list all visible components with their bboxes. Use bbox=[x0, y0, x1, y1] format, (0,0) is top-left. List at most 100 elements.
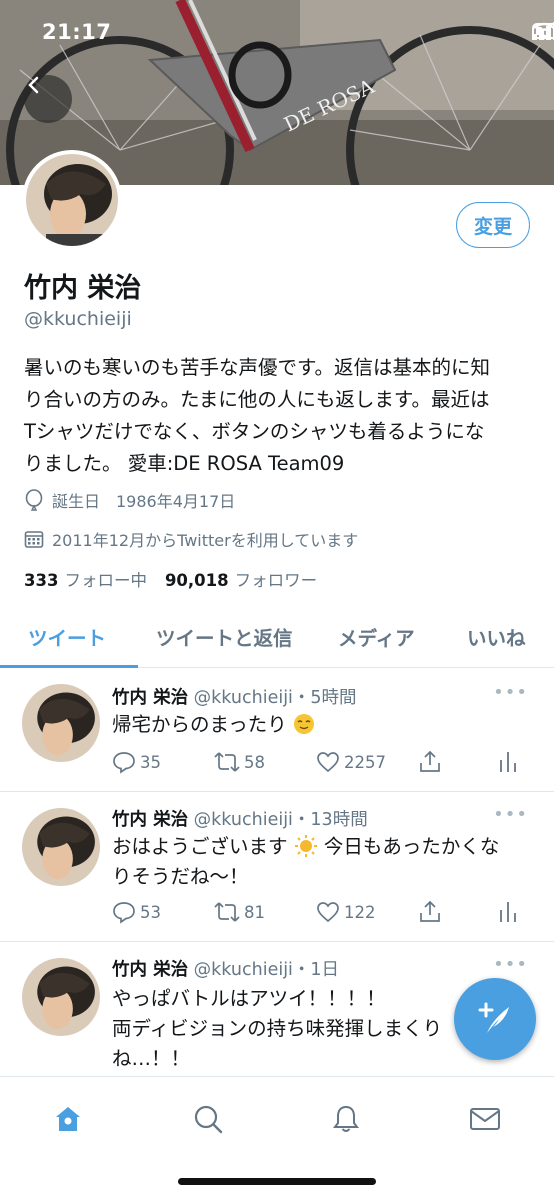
bell-icon bbox=[333, 1105, 359, 1132]
reply-button[interactable]: 53 bbox=[112, 900, 161, 924]
following-count: 333 bbox=[24, 571, 59, 590]
like-count: 122 bbox=[344, 902, 376, 922]
calendar-icon bbox=[24, 531, 44, 548]
retweet-button[interactable]: 58 bbox=[214, 750, 265, 774]
avatar-image bbox=[22, 958, 100, 1036]
avatar-image bbox=[22, 808, 100, 886]
heart-icon bbox=[317, 752, 339, 773]
analytics-button[interactable] bbox=[498, 750, 518, 774]
nav-search[interactable] bbox=[188, 1099, 228, 1139]
retweet-count: 58 bbox=[244, 752, 265, 772]
chevron-left-icon bbox=[28, 76, 39, 94]
more-options-icon[interactable]: ••• bbox=[493, 954, 528, 975]
status-time: 21:17 bbox=[42, 20, 112, 44]
avatar-image bbox=[22, 684, 100, 762]
compose-tweet-icon bbox=[478, 1002, 509, 1033]
tweet-text: おはようございます 今日もあったかくな りそうだね〜！ bbox=[112, 832, 532, 892]
like-button[interactable]: 2257 bbox=[316, 750, 386, 774]
tweet-author-name: 竹内 栄治 bbox=[112, 688, 189, 708]
followers-label: フォロワー bbox=[234, 571, 318, 590]
compose-tweet-button[interactable] bbox=[454, 978, 536, 1060]
retweet-button[interactable]: 81 bbox=[214, 900, 265, 924]
followers-count: 90,018 bbox=[164, 571, 229, 590]
tab-tweets-and-replies[interactable]: ツイートと返信 bbox=[156, 622, 293, 651]
tweet-avatar[interactable] bbox=[22, 684, 100, 762]
more-options-icon[interactable]: ••• bbox=[493, 804, 528, 825]
tweet-text-line: 今日もあったかくな bbox=[323, 835, 500, 858]
bio-line: Tシャツだけでなく、ボタンのシャツも着るようにな bbox=[24, 420, 485, 443]
retweet-icon bbox=[214, 752, 240, 772]
tweet-actions: 53 81 122 bbox=[112, 900, 522, 930]
share-button[interactable] bbox=[418, 750, 442, 774]
tweet-time: 1日 bbox=[310, 960, 340, 980]
profile-tabs: ツイート ツイートと返信 メディア いいね bbox=[0, 606, 554, 668]
bio-line: りました。 愛車:DE ROSA Team09 bbox=[24, 452, 345, 475]
tweet-text-line: おはようございます bbox=[112, 835, 288, 858]
analytics-icon bbox=[500, 752, 516, 772]
nav-notifications[interactable] bbox=[326, 1099, 366, 1139]
tweet-avatar[interactable] bbox=[22, 808, 100, 886]
search-icon bbox=[194, 1105, 223, 1134]
bio-line: 暑いのも寒いのも苦手な声優です。返信は基本的に知 bbox=[24, 356, 491, 379]
bio-line: り合いの方のみ。たまに他の人にも返します。最近は bbox=[24, 388, 490, 411]
tweet-time: 5時間 bbox=[310, 688, 357, 708]
following-link[interactable]: 333 フォロー中 bbox=[24, 567, 147, 591]
reply-button[interactable]: 35 bbox=[112, 750, 161, 774]
retweet-icon bbox=[214, 902, 240, 922]
profile-bio: 暑いのも寒いのも苦手な声優です。返信は基本的に知 り合いの方のみ。たまに他の人に… bbox=[24, 352, 534, 480]
avatar-image bbox=[26, 154, 118, 246]
home-icon bbox=[56, 1107, 80, 1131]
reply-count: 35 bbox=[140, 752, 161, 772]
birthday-text: 誕生日 1986年4月17日 bbox=[52, 492, 236, 511]
tweet-author-handle: @kkuchieiji bbox=[193, 688, 293, 708]
tab-likes[interactable]: いいね bbox=[467, 622, 526, 651]
tweet-text: 帰宅からのまったり bbox=[112, 710, 532, 740]
tweet-text-line: りそうだね〜！ bbox=[112, 865, 249, 888]
nav-home[interactable] bbox=[48, 1099, 88, 1139]
analytics-button[interactable] bbox=[498, 900, 518, 924]
profile-name: 竹内 栄治 bbox=[24, 273, 142, 304]
status-bar: 21:17 bbox=[0, 0, 554, 70]
following-label: フォロー中 bbox=[64, 571, 147, 590]
battery-icon bbox=[532, 23, 554, 39]
home-indicator bbox=[178, 1178, 376, 1185]
tweet[interactable]: 竹内 栄治 @kkuchieiji・5時間 ••• 帰宅からのまったり 35 5… bbox=[0, 668, 554, 792]
tab-media[interactable]: メディア bbox=[338, 622, 415, 651]
back-button[interactable] bbox=[24, 75, 72, 123]
heart-icon bbox=[317, 902, 339, 923]
tab-tweets[interactable]: ツイート bbox=[28, 622, 106, 651]
profile-handle: @kkuchieiji bbox=[24, 308, 132, 330]
follow-stats: 333 フォロー中 90,018 フォロワー bbox=[24, 567, 317, 591]
tweet-header: 竹内 栄治 @kkuchieiji・1日 bbox=[112, 960, 340, 980]
tweet-author-name: 竹内 栄治 bbox=[112, 810, 189, 830]
edit-profile-button[interactable]: 変更 bbox=[456, 202, 530, 248]
nav-messages[interactable] bbox=[465, 1099, 505, 1139]
reply-icon bbox=[113, 752, 135, 774]
sun-emoji-icon bbox=[294, 835, 317, 857]
birthday-row: 誕生日 1986年4月17日 bbox=[24, 488, 235, 512]
followers-link[interactable]: 90,018 フォロワー bbox=[165, 567, 317, 591]
share-icon bbox=[420, 750, 440, 772]
tweet-text-line: 帰宅からのまったり bbox=[112, 713, 287, 736]
reply-count: 53 bbox=[140, 902, 161, 922]
share-button[interactable] bbox=[418, 900, 442, 924]
tweet-author-handle: @kkuchieiji bbox=[193, 960, 293, 980]
like-button[interactable]: 122 bbox=[316, 900, 376, 924]
joined-text: 2011年12月からTwitterを利用しています bbox=[52, 531, 359, 550]
tweet-header: 竹内 栄治 @kkuchieiji・5時間 bbox=[112, 688, 357, 708]
tweet-actions: 35 58 2257 bbox=[112, 750, 522, 780]
like-count: 2257 bbox=[344, 752, 386, 772]
balloon-icon bbox=[25, 489, 43, 511]
tweet[interactable]: 竹内 栄治 @kkuchieiji・13時間 ••• おはようございます 今日も… bbox=[0, 792, 554, 942]
tweet-author-handle: @kkuchieiji bbox=[193, 810, 293, 830]
joined-row: 2011年12月からTwitterを利用しています bbox=[24, 527, 358, 551]
tweet-time: 13時間 bbox=[310, 810, 368, 830]
profile-avatar[interactable] bbox=[22, 150, 122, 250]
share-icon bbox=[420, 900, 440, 922]
reply-icon bbox=[113, 902, 135, 924]
tweet-author-name: 竹内 栄治 bbox=[112, 960, 189, 980]
relieved-face-emoji-icon bbox=[293, 714, 314, 734]
tweet-avatar[interactable] bbox=[22, 958, 100, 1036]
mail-icon bbox=[470, 1108, 500, 1130]
more-options-icon[interactable]: ••• bbox=[493, 682, 528, 703]
